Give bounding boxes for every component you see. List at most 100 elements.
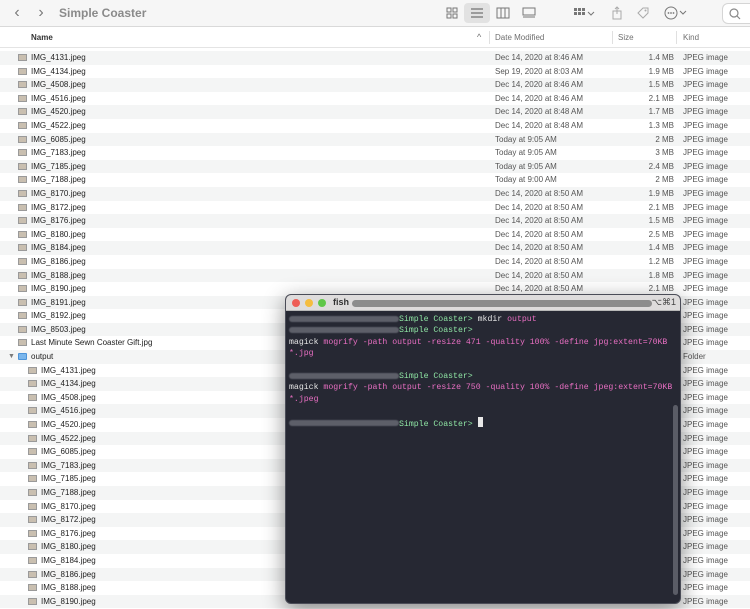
file-row[interactable]: IMG_6085.jpeg Today at 9:05 AM 2 MB JPEG im…	[0, 132, 750, 147]
column-view-button[interactable]	[490, 3, 516, 23]
terminal-line: magick mogrify -path output -resize 471 …	[289, 337, 675, 360]
file-row[interactable]: IMG_8184.jpeg Dec 14, 2020 at 8:50 AM 1.4 …	[0, 241, 750, 255]
file-row[interactable]: IMG_7188.jpeg Today at 9:00 AM 2 MB JPEG im…	[0, 173, 750, 187]
image-thumbnail-icon	[18, 217, 27, 225]
file-name: IMG_8180.jpeg	[31, 229, 86, 239]
close-button[interactable]	[292, 299, 300, 307]
terminal-line: Simple Coaster> mkdir output	[289, 314, 675, 325]
image-thumbnail-icon	[28, 529, 37, 537]
back-button[interactable]: ‹	[8, 3, 26, 23]
terminal-titlebar: fish ⌥⌘1	[286, 295, 680, 311]
window-title: Simple Coaster	[59, 6, 147, 20]
file-name: IMG_4516.jpeg	[31, 93, 86, 103]
file-name: IMG_6085.jpeg	[31, 134, 86, 144]
column-name-header[interactable]: Name	[31, 27, 53, 48]
file-row[interactable]: IMG_8172.jpeg Dec 14, 2020 at 8:50 AM 2.1 …	[0, 201, 750, 215]
file-name: IMG_8191.jpeg	[31, 297, 86, 307]
file-date: Dec 14, 2020 at 8:50 AM	[495, 256, 584, 266]
file-kind: JPEG image	[683, 420, 728, 430]
file-kind: JPEG image	[683, 447, 728, 457]
terminal-scrollbar[interactable]	[673, 405, 678, 595]
file-name: IMG_4516.jpeg	[41, 406, 96, 416]
terminal-window[interactable]: fish ⌥⌘1 Simple Coaster> mkdir output Sim…	[285, 294, 681, 604]
file-name: IMG_7185.jpeg	[41, 474, 96, 484]
file-name: IMG_4520.jpeg	[31, 107, 86, 117]
group-grid-icon	[574, 8, 595, 16]
file-name: IMG_8188.jpeg	[41, 583, 96, 593]
column-date-header[interactable]: Date Modified	[495, 27, 544, 48]
file-row[interactable]: IMG_4131.jpeg Dec 14, 2020 at 8:46 AM 1.4 …	[0, 51, 750, 65]
file-name: IMG_4522.jpeg	[41, 433, 96, 443]
search-field[interactable]	[722, 3, 750, 24]
file-row[interactable]: IMG_8186.jpeg Dec 14, 2020 at 8:50 AM 1.2 …	[0, 255, 750, 269]
file-name: IMG_4134.jpeg	[31, 66, 86, 76]
file-date: Dec 14, 2020 at 8:50 AM	[495, 216, 584, 226]
column-header: Name ^ Date Modified Size Kind	[0, 27, 750, 48]
column-kind-header[interactable]: Kind	[683, 27, 699, 48]
file-kind: JPEG image	[683, 311, 728, 321]
forward-button[interactable]: ›	[32, 3, 50, 23]
file-row[interactable]: IMG_7183.jpeg Today at 9:05 AM 3 MB JPEG im…	[0, 146, 750, 160]
terminal-output[interactable]: Simple Coaster> mkdir output Simple Coast…	[286, 311, 680, 430]
minimize-button[interactable]	[305, 299, 313, 307]
file-kind: JPEG image	[683, 555, 728, 565]
file-row[interactable]: IMG_4516.jpeg Dec 14, 2020 at 8:46 AM 2.1 …	[0, 92, 750, 106]
file-date: Dec 14, 2020 at 8:50 AM	[495, 243, 584, 253]
file-name: IMG_8186.jpeg	[41, 569, 96, 579]
file-name: IMG_4508.jpeg	[41, 392, 96, 402]
redacted-path	[352, 300, 652, 307]
file-row[interactable]: IMG_4520.jpeg Dec 14, 2020 at 8:48 AM 1.7 …	[0, 105, 750, 119]
file-size: 1.2 MB	[648, 256, 674, 266]
file-kind: JPEG image	[683, 501, 728, 511]
image-thumbnail-icon	[28, 366, 37, 374]
terminal-command: mkdir	[477, 315, 503, 324]
file-row[interactable]: IMG_8176.jpeg Dec 14, 2020 at 8:50 AM 1.5 …	[0, 214, 750, 228]
image-thumbnail-icon	[18, 176, 27, 184]
file-kind: JPEG image	[683, 148, 728, 158]
file-row[interactable]: IMG_4134.jpeg Sep 19, 2020 at 8:03 AM 1.9 …	[0, 65, 750, 79]
list-view-button[interactable]	[464, 3, 490, 23]
file-row[interactable]: IMG_8170.jpeg Dec 14, 2020 at 8:50 AM 1.9 …	[0, 186, 750, 201]
file-date: Today at 9:05 AM	[495, 134, 557, 144]
terminal-line: Simple Coaster>	[289, 325, 675, 336]
image-thumbnail-icon	[28, 434, 37, 442]
file-name: IMG_7188.jpeg	[41, 488, 96, 497]
file-kind: JPEG image	[683, 583, 728, 593]
share-button[interactable]	[604, 3, 630, 23]
zoom-button[interactable]	[318, 299, 326, 307]
file-name: output	[31, 352, 54, 362]
file-kind: JPEG image	[683, 93, 728, 103]
image-thumbnail-icon	[28, 448, 37, 456]
file-row[interactable]: IMG_8180.jpeg Dec 14, 2020 at 8:50 AM 2.5 …	[0, 228, 750, 242]
file-size: 2.4 MB	[648, 161, 674, 171]
file-row[interactable]: IMG_8188.jpeg Dec 14, 2020 at 8:50 AM 1.8 …	[0, 268, 750, 283]
image-thumbnail-icon	[28, 421, 37, 429]
file-row[interactable]: IMG_4522.jpeg Dec 14, 2020 at 8:48 AM 1.3 …	[0, 119, 750, 133]
file-kind: JPEG image	[683, 379, 728, 389]
disclosure-triangle-icon[interactable]: ▼	[8, 350, 15, 364]
image-thumbnail-icon	[18, 135, 27, 143]
file-kind: JPEG image	[683, 284, 728, 294]
group-button[interactable]	[570, 3, 598, 23]
image-thumbnail-icon	[28, 570, 37, 578]
image-thumbnail-icon	[18, 244, 27, 252]
file-name: IMG_4131.jpeg	[41, 365, 96, 375]
file-kind: JPEG image	[683, 270, 728, 280]
file-name: IMG_7183.jpeg	[31, 148, 86, 158]
file-date: Today at 9:05 AM	[495, 148, 557, 158]
terminal-prompt: Simple Coaster>	[399, 315, 473, 324]
column-size-header[interactable]: Size	[618, 27, 634, 48]
terminal-line: Simple Coaster>	[289, 416, 675, 430]
redacted-user-host	[289, 372, 399, 379]
file-row[interactable]: IMG_7185.jpeg Today at 9:05 AM 2.4 MB JPEG …	[0, 159, 750, 174]
more-actions-button[interactable]	[660, 3, 692, 23]
file-size: 2 MB	[655, 134, 674, 144]
icon-view-button[interactable]	[439, 3, 465, 23]
tag-button[interactable]	[630, 3, 656, 23]
file-name: IMG_8188.jpeg	[31, 270, 86, 280]
file-name: IMG_8186.jpeg	[31, 256, 86, 266]
terminal-title: fish	[333, 297, 350, 307]
file-row[interactable]: IMG_4508.jpeg Dec 14, 2020 at 8:46 AM 1.5 …	[0, 78, 750, 92]
gallery-view-button[interactable]	[516, 3, 542, 23]
